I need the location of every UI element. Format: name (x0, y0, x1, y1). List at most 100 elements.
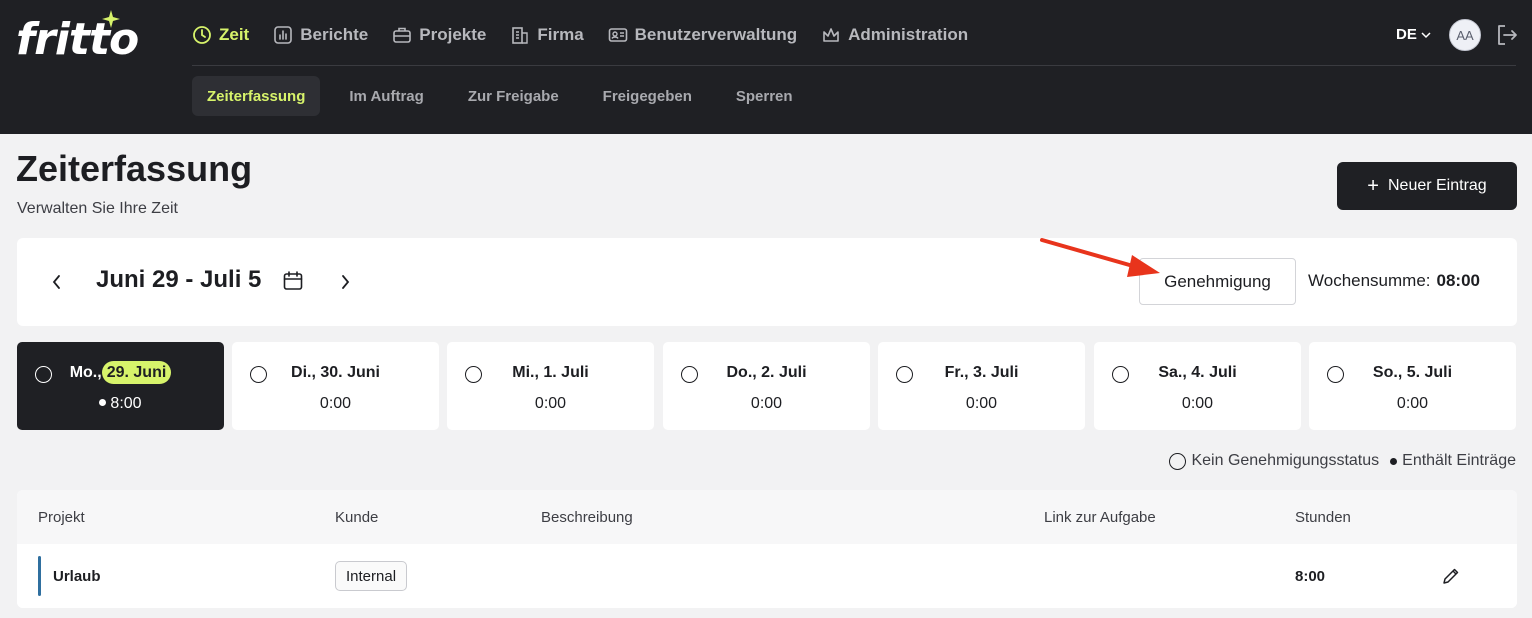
chevron-left-icon[interactable] (47, 272, 67, 292)
briefcase-icon (393, 27, 412, 43)
entries-table: Projekt Kunde Beschreibung Link zur Aufg… (17, 490, 1517, 608)
avatar[interactable]: AA (1449, 19, 1481, 51)
top-bar: fritto Zeit Berichte Projekte Firma Benu… (0, 0, 1532, 134)
sparkle-icon (102, 10, 120, 28)
day-card-wednesday[interactable]: Mi., 1. Juli 0:00 (447, 342, 654, 430)
nav-divider (192, 65, 1516, 66)
legend-no-status: Kein Genehmigungsstatus (1191, 452, 1380, 469)
day-hours: 0:00 (965, 395, 998, 412)
day-prefix: Sa., (1158, 364, 1187, 381)
table-header: Projekt Kunde Beschreibung Link zur Aufg… (17, 490, 1517, 544)
day-hours: 0:00 (319, 395, 352, 412)
tab-freigegeben[interactable]: Freigegeben (588, 76, 707, 116)
project-cell: Urlaub (53, 568, 101, 585)
nav-item-administration[interactable]: Administration (821, 25, 968, 45)
week-total-value: 08:00 (1436, 271, 1480, 290)
day-label: Di., 30. Juni (232, 364, 439, 382)
day-date: 1. Juli (543, 364, 589, 381)
building-icon (512, 27, 529, 44)
day-label: So., 5. Juli (1309, 364, 1516, 382)
day-label: Mo., 29. Juni (17, 361, 224, 384)
nav-label: Benutzerverwaltung (634, 25, 798, 44)
nav-item-projekte[interactable]: Projekte (392, 25, 486, 45)
table-row[interactable]: Urlaub Internal 8:00 (17, 544, 1517, 608)
day-prefix: Fr., (944, 364, 969, 381)
day-hours: 0:00 (1181, 395, 1214, 412)
day-prefix: So., (1372, 364, 1403, 381)
new-entry-button[interactable]: + Neuer Eintrag (1337, 162, 1517, 210)
nav-label: Administration (848, 25, 969, 44)
week-total-label: Wochensumme: (1308, 271, 1431, 290)
calendar-icon[interactable] (282, 270, 304, 292)
annotation-arrow (1040, 238, 1160, 277)
day-label: Mi., 1. Juli (447, 364, 654, 382)
new-entry-label: Neuer Eintrag (1387, 177, 1487, 194)
crown-icon (823, 28, 839, 42)
logout-icon[interactable] (1494, 22, 1520, 48)
page-title: Zeiterfassung (16, 148, 253, 189)
tab-sperren[interactable]: Sperren (721, 76, 808, 116)
language-selector[interactable]: DE (1396, 26, 1432, 43)
day-hours-value: 8:00 (110, 395, 142, 412)
plus-icon: + (1367, 174, 1379, 197)
nav-item-zeit[interactable]: Zeit (192, 25, 249, 45)
tab-zur-freigabe[interactable]: Zur Freigabe (453, 76, 574, 116)
column-header: Kunde (335, 509, 379, 526)
day-date: 30. Juni (320, 364, 380, 381)
nav-item-firma[interactable]: Firma (510, 25, 584, 45)
week-total: Wochensumme: 08:00 (1308, 271, 1480, 291)
day-hours: 0:00 (1396, 395, 1429, 412)
today-highlight: 29. Juni (101, 361, 172, 384)
day-prefix: Mo., (69, 364, 102, 381)
week-range: Juni 29 - Juli 5 (96, 266, 262, 293)
day-date: 2. Juli (761, 364, 807, 381)
nav-label: Zeit (219, 25, 250, 44)
day-hours: 8:00 (17, 395, 224, 413)
day-prefix: Di., (291, 364, 316, 381)
nav-label: Firma (537, 25, 584, 44)
nav-item-berichte[interactable]: Berichte (273, 25, 368, 45)
day-label: Sa., 4. Juli (1094, 364, 1301, 382)
day-label: Do., 2. Juli (663, 364, 870, 382)
column-header: Stunden (1295, 509, 1351, 526)
column-header: Beschreibung (541, 509, 633, 526)
id-card-icon (608, 28, 627, 42)
language-label: DE (1396, 26, 1417, 43)
page-subtitle: Verwalten Sie Ihre Zeit (17, 200, 178, 217)
sub-nav: Zeiterfassung Im Auftrag Zur Freigabe Fr… (192, 76, 822, 116)
pencil-icon[interactable] (1441, 566, 1461, 586)
day-card-tuesday[interactable]: Di., 30. Juni 0:00 (232, 342, 439, 430)
nav-label: Projekte (419, 25, 487, 44)
day-prefix: Do., (726, 364, 757, 381)
customer-tag: Internal (335, 561, 408, 591)
day-card-sunday[interactable]: So., 5. Juli 0:00 (1309, 342, 1516, 430)
entries-dot-icon (1390, 457, 1398, 465)
hours-cell: 8:00 (1295, 568, 1326, 585)
column-header: Link zur Aufgabe (1044, 509, 1156, 526)
day-card-friday[interactable]: Fr., 3. Juli 0:00 (878, 342, 1085, 430)
day-date: 3. Juli (973, 364, 1019, 381)
day-card-saturday[interactable]: Sa., 4. Juli 0:00 (1094, 342, 1301, 430)
day-date: 4. Juli (1191, 364, 1237, 381)
column-header: Projekt (38, 509, 85, 526)
project-color-bar (38, 556, 41, 596)
nav-item-benutzerverwaltung[interactable]: Benutzerverwaltung (608, 25, 797, 45)
tab-zeiterfassung[interactable]: Zeiterfassung (192, 76, 321, 116)
day-hours: 0:00 (534, 395, 567, 412)
status-legend: Kein Genehmigungsstatus Enthält Einträge (1169, 452, 1516, 470)
entries-dot (99, 399, 107, 406)
week-navigator: Juni 29 - Juli 5 Genehmigung Wochensumme… (17, 238, 1517, 326)
day-card-thursday[interactable]: Do., 2. Juli 0:00 (663, 342, 870, 430)
fritto-logo[interactable]: fritto (16, 10, 146, 65)
day-date: 5. Juli (1406, 364, 1453, 381)
tab-im-auftrag[interactable]: Im Auftrag (334, 76, 438, 116)
day-card-monday[interactable]: Mo., 29. Juni 8:00 (17, 342, 224, 430)
legend-has-entries: Enthält Einträge (1402, 452, 1516, 469)
no-status-icon (1169, 452, 1187, 470)
chevron-down-icon (1421, 31, 1431, 38)
day-hours: 0:00 (750, 395, 783, 412)
main-nav: Zeit Berichte Projekte Firma Benutzerver… (192, 20, 992, 50)
report-icon (274, 26, 293, 44)
day-label: Fr., 3. Juli (878, 364, 1085, 382)
chevron-right-icon[interactable] (335, 272, 355, 292)
